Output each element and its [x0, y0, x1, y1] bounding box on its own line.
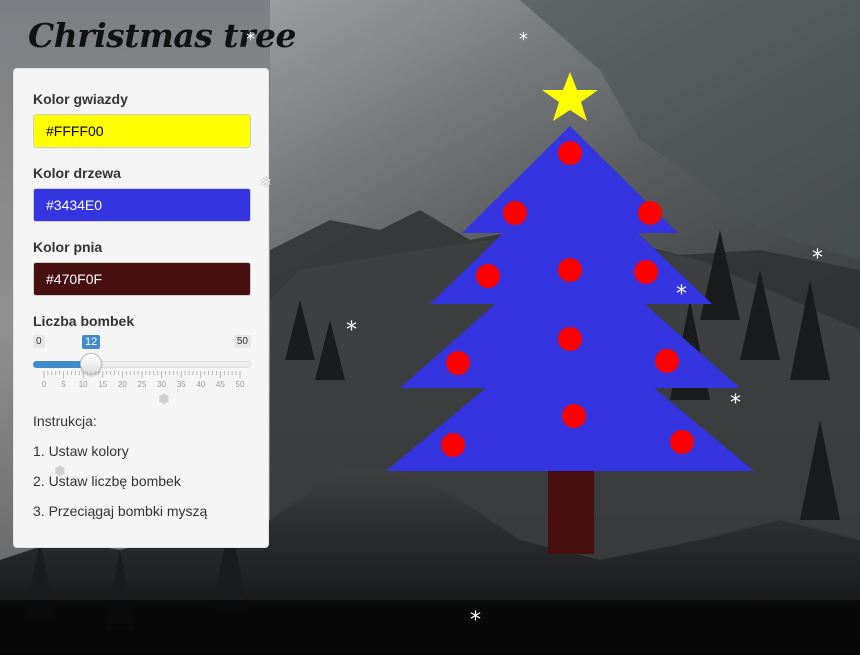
baubles-label: Liczba bombek	[33, 313, 135, 329]
slider-tick-label: 30	[157, 380, 167, 389]
bauble[interactable]	[558, 258, 582, 282]
trunk-color-label: Kolor pnia	[33, 239, 103, 255]
christmas-tree-canvas[interactable]	[380, 68, 760, 558]
instructions-heading: Instrukcja:	[33, 413, 97, 429]
snowflake-icon: ❄	[158, 392, 170, 408]
trunk-color-input[interactable]: #470F0F	[33, 262, 251, 296]
snowflake-icon: ❄	[54, 464, 66, 480]
tree-color-label: Kolor drzewa	[33, 165, 121, 181]
bauble[interactable]	[446, 351, 470, 375]
slider-tick-label: 35	[176, 380, 186, 389]
snowflake-icon: *	[730, 391, 741, 416]
bauble[interactable]	[638, 201, 662, 225]
snowflake-icon: *	[676, 282, 687, 307]
bauble[interactable]	[562, 404, 586, 428]
bauble[interactable]	[634, 260, 658, 284]
bauble[interactable]	[558, 141, 582, 165]
slider-min-label: 0	[33, 335, 45, 348]
bauble[interactable]	[558, 327, 582, 351]
snowflake-icon: ❄	[260, 175, 272, 191]
star-color-input[interactable]: #FFFF00	[33, 114, 251, 148]
slider-tick-label: 25	[137, 380, 147, 389]
slider-tick-label: 40	[196, 380, 206, 389]
slider-tick-label: 20	[117, 380, 127, 389]
snowflake-icon: *	[246, 29, 255, 50]
bauble[interactable]	[476, 264, 500, 288]
star-icon	[542, 72, 598, 121]
snowflake-icon: *	[812, 246, 823, 271]
slider-tick-label: 45	[215, 380, 225, 389]
controls-panel: Kolor gwiazdy #FFFF00 Kolor drzewa #3434…	[13, 68, 269, 548]
slider-tick-label: 5	[61, 380, 66, 389]
baubles-slider[interactable]: 0 50 12 0 5 10 15 20 25 30 35 40 45 50	[33, 334, 251, 394]
slider-tick-label: 10	[78, 380, 88, 389]
slider-tick-label: 0	[41, 380, 47, 389]
slider-max-label: 50	[233, 335, 251, 348]
bauble[interactable]	[441, 433, 465, 457]
snowflake-icon: *	[346, 318, 357, 343]
bauble[interactable]	[503, 201, 527, 225]
tree-color-input[interactable]: #3434E0	[33, 188, 251, 222]
bauble[interactable]	[670, 430, 694, 454]
tree-trunk	[548, 471, 594, 554]
instruction-step-1: 1. Ustaw kolory	[33, 443, 129, 459]
bauble[interactable]	[655, 349, 679, 373]
slider-tick-label: 50	[235, 380, 245, 389]
slider-tick-label: 15	[98, 380, 108, 389]
app-title: Christmas tree	[28, 16, 297, 55]
star-color-label: Kolor gwiazdy	[33, 91, 128, 107]
snowflake-icon: *	[519, 29, 528, 50]
instruction-step-3: 3. Przeciągaj bombki myszą	[33, 503, 208, 519]
snowflake-icon: *	[470, 608, 481, 633]
slider-tick-labels: 0 5 10 15 20 25 30 35 40 45 50	[33, 380, 251, 390]
slider-value-label: 12	[82, 335, 101, 349]
